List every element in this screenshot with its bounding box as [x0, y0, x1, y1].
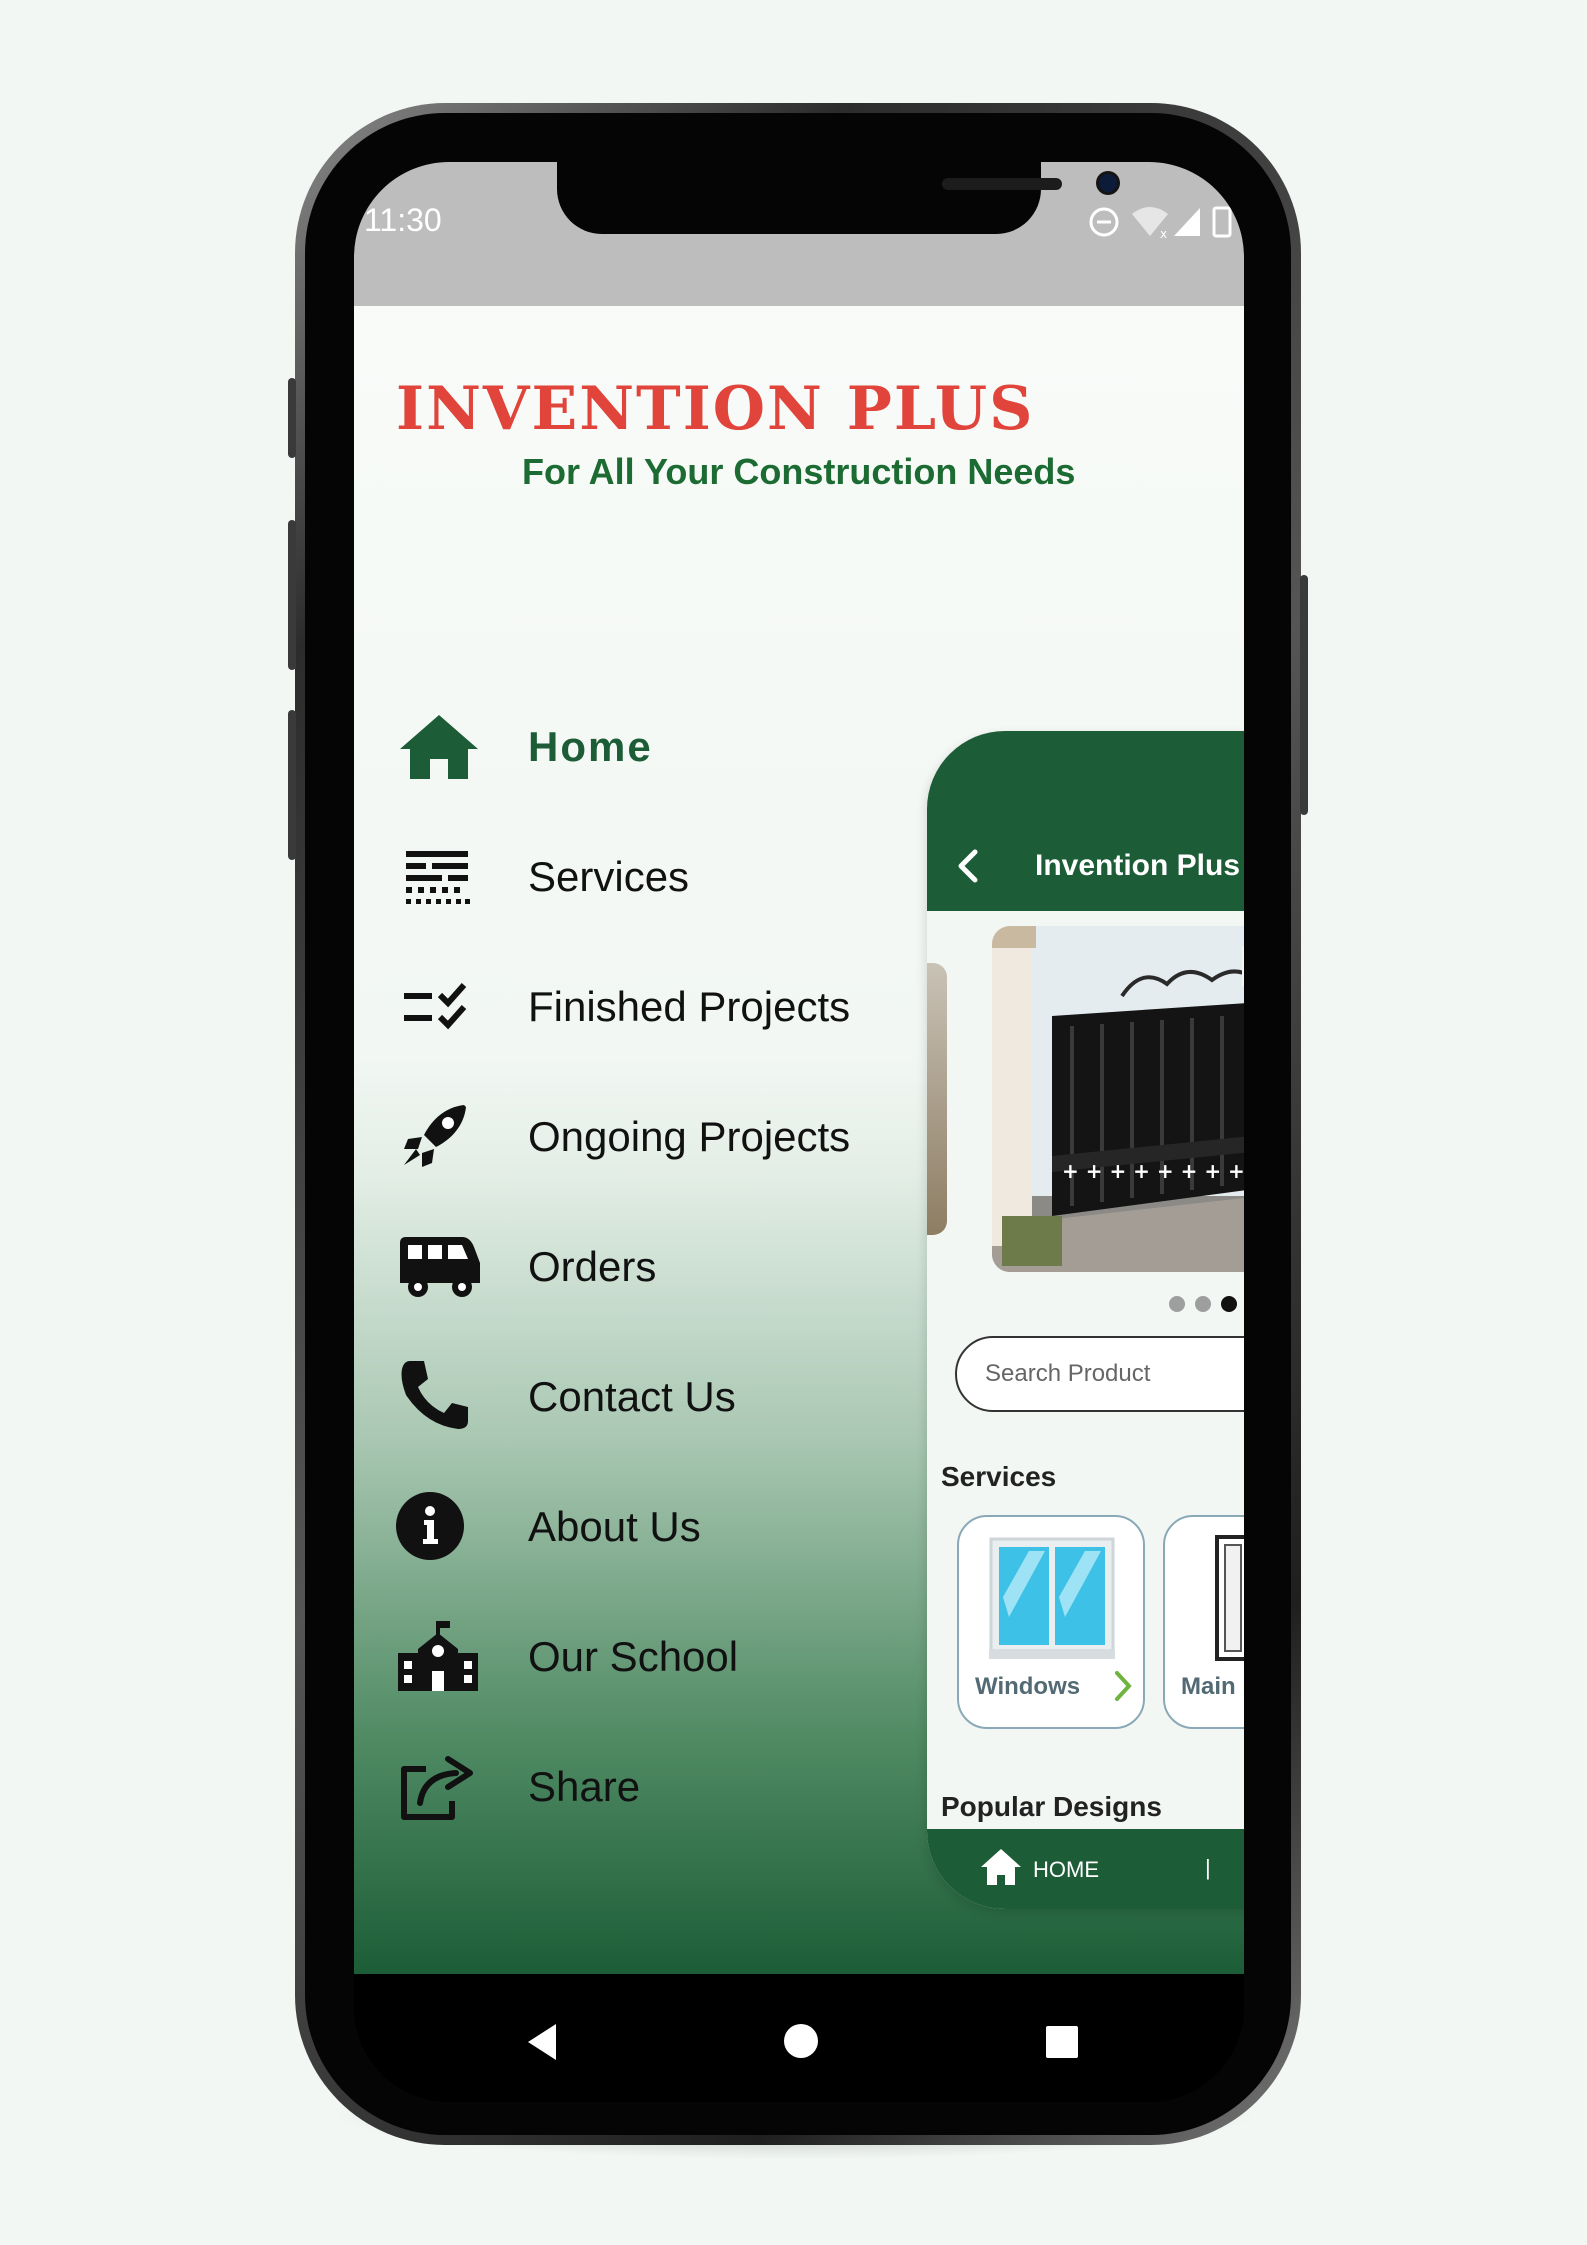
camera-notch: [557, 162, 1117, 234]
earpiece-speaker: [942, 178, 1062, 190]
preview-title: Invention Plus C: [1035, 849, 1244, 882]
menu-item-home[interactable]: Home: [396, 701, 956, 791]
carousel-dot[interactable]: [1169, 1296, 1185, 1312]
app-drawer-screen: INVENTION PLUS For All Your Construction…: [354, 306, 1244, 1974]
share-icon: [401, 1756, 473, 1820]
search-placeholder: Search Product: [985, 1360, 1151, 1387]
status-icons: x: [1089, 206, 1232, 241]
service-card-main-door[interactable]: Main D: [1163, 1515, 1244, 1729]
system-nav-bar: [354, 1974, 1244, 2102]
carousel-slide[interactable]: + + + + + + + + + + + + + +: [992, 926, 1244, 1272]
rocket-icon: [404, 1105, 466, 1167]
menu-item-contact-us[interactable]: Contact Us: [396, 1351, 956, 1441]
front-camera: [1099, 174, 1117, 192]
preview-header: Invention Plus C: [927, 731, 1244, 911]
menu-label-home: Home: [528, 723, 653, 770]
carousel-prev-slide[interactable]: [927, 963, 947, 1235]
carousel-dot-active[interactable]: [1221, 1296, 1237, 1312]
back-chevron-icon[interactable]: [953, 846, 983, 886]
volume-down-button: [288, 710, 296, 860]
wifi-icon: x: [1132, 207, 1168, 241]
nav-separator: |: [1205, 1855, 1211, 1880]
home-icon: [400, 715, 478, 779]
brand-tagline: For All Your Construction Needs: [522, 451, 1076, 492]
carousel-indicators: [1169, 1296, 1244, 1317]
carousel-dot[interactable]: [1195, 1296, 1211, 1312]
menu-item-about-us[interactable]: About Us: [396, 1481, 956, 1571]
menu-label-ongoing-projects: Ongoing Projects: [528, 1113, 851, 1160]
dnd-icon: [1089, 207, 1119, 237]
menu-item-our-school[interactable]: Our School: [396, 1611, 956, 1701]
menu-label-contact-us: Contact Us: [528, 1373, 736, 1420]
status-bar: 11:30 x: [354, 162, 1244, 306]
home-circle-icon[interactable]: [782, 2022, 820, 2060]
school-icon: [398, 1621, 478, 1691]
signal-icon: [1174, 208, 1200, 236]
svg-text:x: x: [1160, 227, 1167, 241]
power-button: [1300, 575, 1308, 815]
nav-home-label[interactable]: HOME: [1033, 1857, 1099, 1883]
menu-label-finished-projects: Finished Projects: [528, 983, 851, 1030]
home-icon[interactable]: [979, 1847, 1023, 1887]
service-card-label: Windows: [975, 1673, 1081, 1700]
van-icon: [400, 1237, 480, 1297]
preview-bottom-nav: HOME |: [927, 1829, 1244, 1909]
phone-icon: [401, 1361, 468, 1429]
menu-item-orders[interactable]: Orders: [396, 1221, 956, 1311]
phone-screen: 11:30 x INVENTION PLUS For All Your Cons…: [354, 162, 1244, 2102]
status-time: 11:30: [364, 202, 442, 238]
info-icon: [396, 1492, 464, 1560]
search-input[interactable]: Search Product: [955, 1336, 1244, 1412]
brand-title: INVENTION PLUS: [396, 374, 1035, 444]
service-card-label: Main D: [1181, 1673, 1244, 1700]
menu-label-our-school: Our School: [528, 1633, 739, 1680]
checklist-icon: [404, 983, 467, 1030]
battery-icon: [1212, 206, 1232, 238]
menu-item-share[interactable]: Share: [396, 1741, 956, 1831]
popular-designs-heading: Popular Designs: [941, 1791, 1162, 1822]
services-heading: Services: [941, 1461, 1057, 1492]
menu-label-orders: Orders: [528, 1243, 657, 1290]
menu-item-finished-projects[interactable]: Finished Projects: [396, 961, 956, 1051]
service-card-windows[interactable]: Windows: [957, 1515, 1145, 1729]
gate-photo: + + + + + + + + + + + + + +: [992, 926, 1244, 1272]
menu-label-about-us: About Us: [528, 1503, 701, 1550]
menu-item-ongoing-projects[interactable]: Ongoing Projects: [396, 1091, 956, 1181]
services-icon: [406, 851, 470, 904]
volume-up-button: [288, 520, 296, 670]
menu-label-services: Services: [528, 853, 690, 900]
home-screen-preview[interactable]: Invention Plus C: [927, 731, 1244, 1909]
back-icon[interactable]: [524, 2022, 560, 2062]
window-icon: [989, 1537, 1115, 1659]
menu-item-services[interactable]: Services: [396, 831, 956, 921]
recents-icon[interactable]: [1044, 2024, 1080, 2060]
mute-switch: [288, 378, 296, 458]
chevron-right-icon[interactable]: [1113, 1669, 1135, 1703]
svg-text:+ + + + + + + + + + + + + +: + + + + + + + + + + + + + +: [1062, 1159, 1244, 1183]
door-icon: [1215, 1535, 1244, 1661]
menu-label-share: Share: [528, 1763, 641, 1810]
